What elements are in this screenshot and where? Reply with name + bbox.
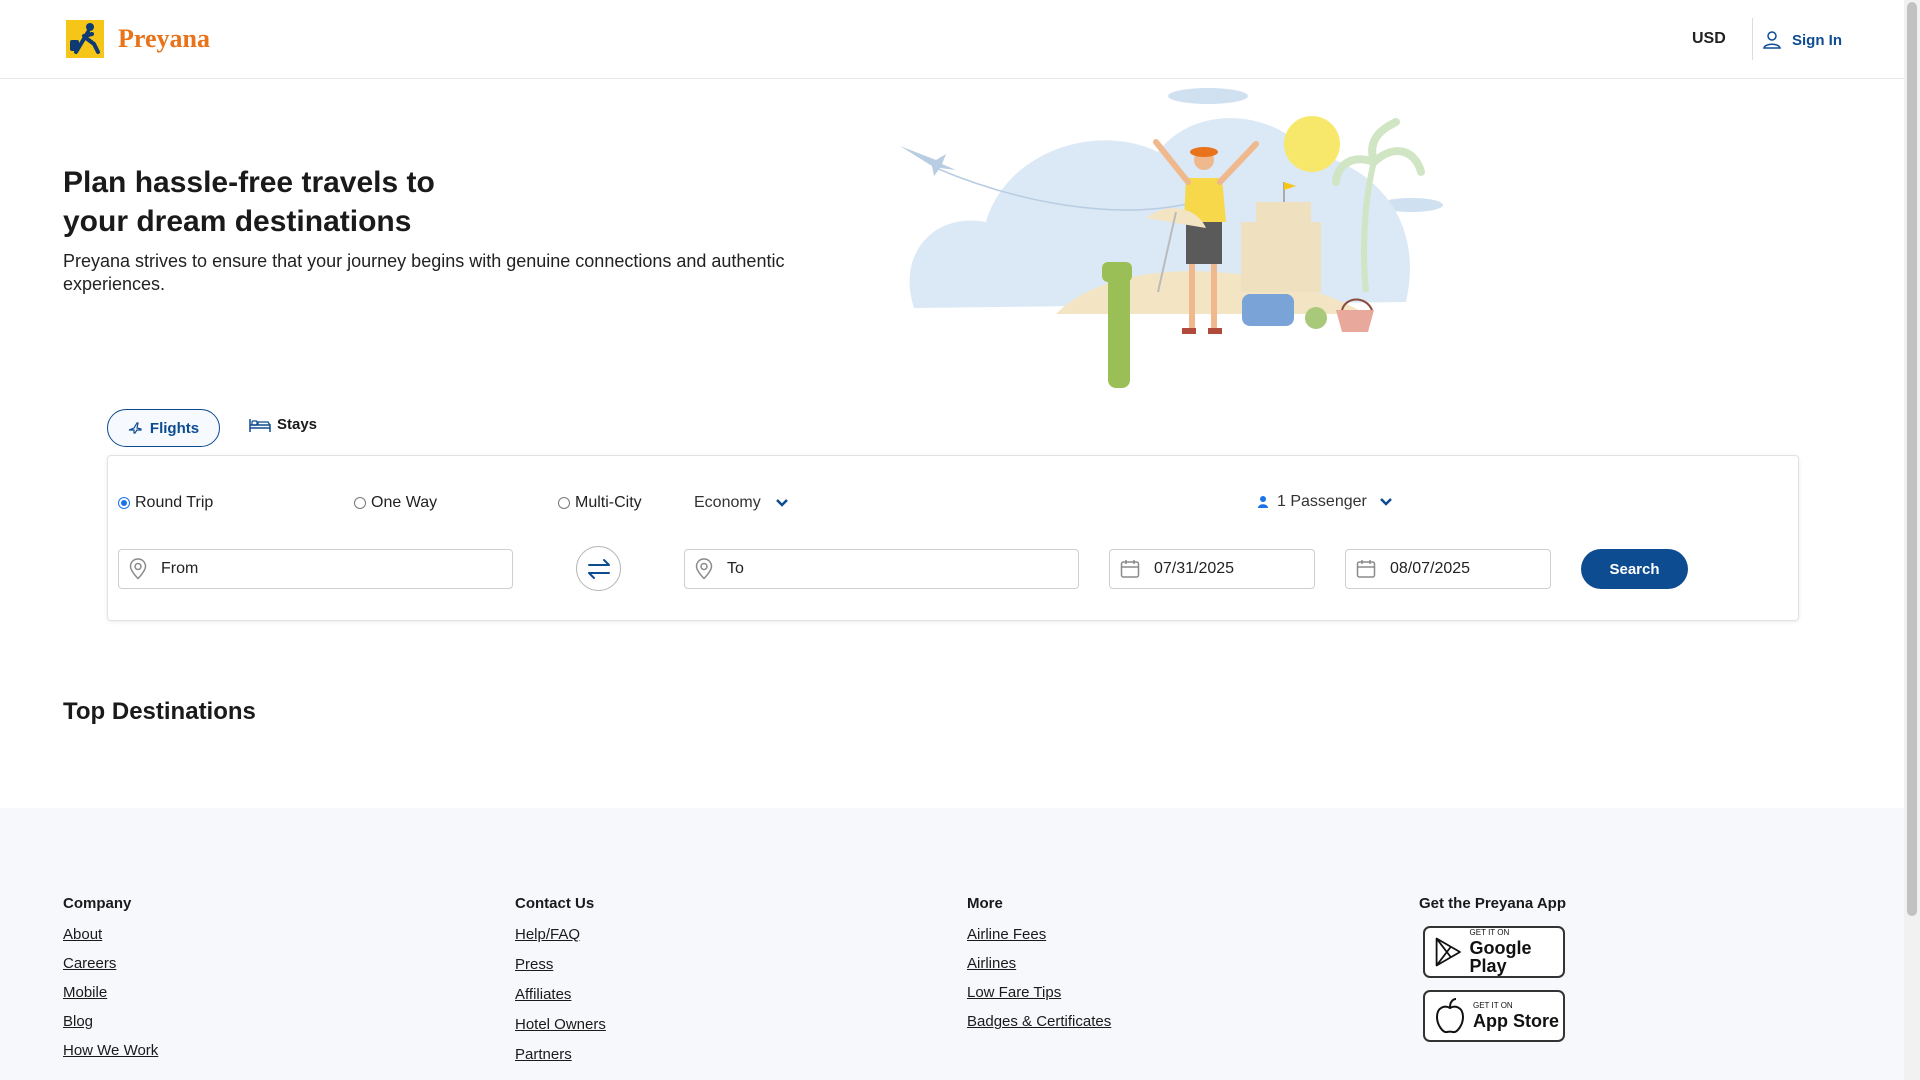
radio-one-way-dot[interactable] [354,497,366,509]
return-date-field[interactable]: 08/07/2025 [1345,549,1551,589]
tab-flights[interactable]: Flights [107,409,220,447]
depart-date-value: 07/31/2025 [1154,560,1235,577]
google-play-big-text: Google Play [1469,938,1532,976]
location-pin-icon [129,558,147,580]
footer-link-hotel-owners[interactable]: Hotel Owners [515,1016,606,1033]
radio-multi-city[interactable]: Multi-City [558,494,642,512]
footer-more-title: More [967,895,1003,912]
footer-link-press[interactable]: Press [515,956,606,973]
to-placeholder: To [727,560,744,577]
apple-icon [1435,998,1465,1034]
beach-traveler-illustration [900,88,1443,388]
plane-icon [128,422,142,434]
header-divider [1752,18,1753,60]
brand-name: Preyana [118,24,210,53]
footer-app-column: Get the Preyana App GET IT ON Google Pla… [1419,895,1566,1054]
chevron-down-icon [775,499,788,507]
radio-round-trip-label: Round Trip [135,494,214,511]
tab-stays-label: Stays [277,416,318,433]
footer-contact-column: Contact Us Help/FAQ Press Affiliates Hot… [515,895,606,1076]
passenger-value: 1 Passenger [1277,493,1367,510]
footer-more-column: More Airline Fees Airlines Low Fare Tips… [967,895,1111,1042]
footer-link-badges-certificates[interactable]: Badges & Certificates [967,1013,1111,1030]
footer-link-blog[interactable]: Blog [63,1013,158,1030]
passenger-select[interactable]: 1 Passenger [1257,493,1393,511]
cabin-class-value: Economy [694,494,761,511]
brand-logo[interactable]: Preyana [64,18,210,60]
from-field[interactable]: From [118,549,513,589]
footer-company-column: Company About Careers Mobile Blog How We… [63,895,158,1071]
flight-search-card [107,455,1799,621]
radio-multi-city-label: Multi-City [575,494,642,511]
person-icon [1258,496,1268,508]
search-button[interactable]: Search [1581,549,1688,589]
radio-multi-city-dot[interactable] [558,497,570,509]
top-destinations-heading: Top Destinations [63,698,256,725]
scrollbar-thumb[interactable] [1907,2,1917,916]
footer-app-title: Get the Preyana App [1419,895,1566,912]
chevron-down-icon [1379,498,1392,506]
swap-arrows-icon [587,558,610,579]
location-pin-icon [695,558,713,580]
sign-in-button[interactable]: Sign In [1762,30,1842,50]
from-placeholder: From [161,560,199,577]
site-footer [0,808,1904,1080]
cabin-class-select[interactable]: Economy [694,494,789,512]
footer-link-about[interactable]: About [63,926,158,943]
footer-link-partners[interactable]: Partners [515,1046,606,1063]
tab-flights-label: Flights [149,419,200,437]
app-store-small-text: GET IT ON [1473,1001,1513,1010]
footer-contact-title: Contact Us [515,895,595,912]
page-scrollbar[interactable] [1904,0,1920,1080]
tab-stays[interactable]: Stays [249,416,317,433]
footer-link-affiliates[interactable]: Affiliates [515,986,606,1003]
footer-link-mobile[interactable]: Mobile [63,984,158,1001]
hero-title: Plan hassle-free travels to your dream d… [63,163,523,241]
calendar-icon [1356,560,1376,578]
footer-link-help-faq[interactable]: Help/FAQ [515,926,606,943]
app-store-badge[interactable]: GET IT ON App Store [1423,990,1565,1042]
app-store-big-text: App Store [1473,1011,1560,1031]
footer-link-airlines[interactable]: Airlines [967,955,1111,972]
to-field[interactable]: To [684,549,1079,589]
user-icon [1763,31,1781,49]
hero-subtitle: Preyana strives to ensure that your jour… [63,251,785,294]
google-play-small-text: GET IT ON [1469,928,1510,937]
google-play-badge[interactable]: GET IT ON Google Play [1423,926,1565,978]
depart-date-field[interactable]: 07/31/2025 [1109,549,1315,589]
top-header: Preyana USD Sign In [0,0,1904,79]
bed-icon [249,418,271,432]
logo-traveler-icon [66,20,104,58]
radio-round-trip-dot[interactable] [118,497,130,509]
return-date-value: 08/07/2025 [1390,560,1471,577]
radio-one-way-label: One Way [371,494,438,511]
currency-selector[interactable]: USD [1692,30,1726,48]
footer-link-how-we-work[interactable]: How We Work [63,1042,158,1059]
hero-title-line-2: your dream destinations [63,205,412,238]
calendar-icon [1120,560,1140,578]
footer-link-airline-fees[interactable]: Airline Fees [967,926,1111,943]
footer-link-low-fare-tips[interactable]: Low Fare Tips [967,984,1111,1001]
radio-round-trip[interactable]: Round Trip [118,494,213,512]
hero-title-line-1: Plan hassle-free travels to [63,166,435,199]
sign-in-label: Sign In [1792,31,1842,49]
footer-link-careers[interactable]: Careers [63,955,158,972]
swap-locations-button[interactable] [576,546,621,591]
footer-company-title: Company [63,895,132,912]
radio-one-way[interactable]: One Way [354,494,437,512]
google-play-icon [1435,937,1461,967]
